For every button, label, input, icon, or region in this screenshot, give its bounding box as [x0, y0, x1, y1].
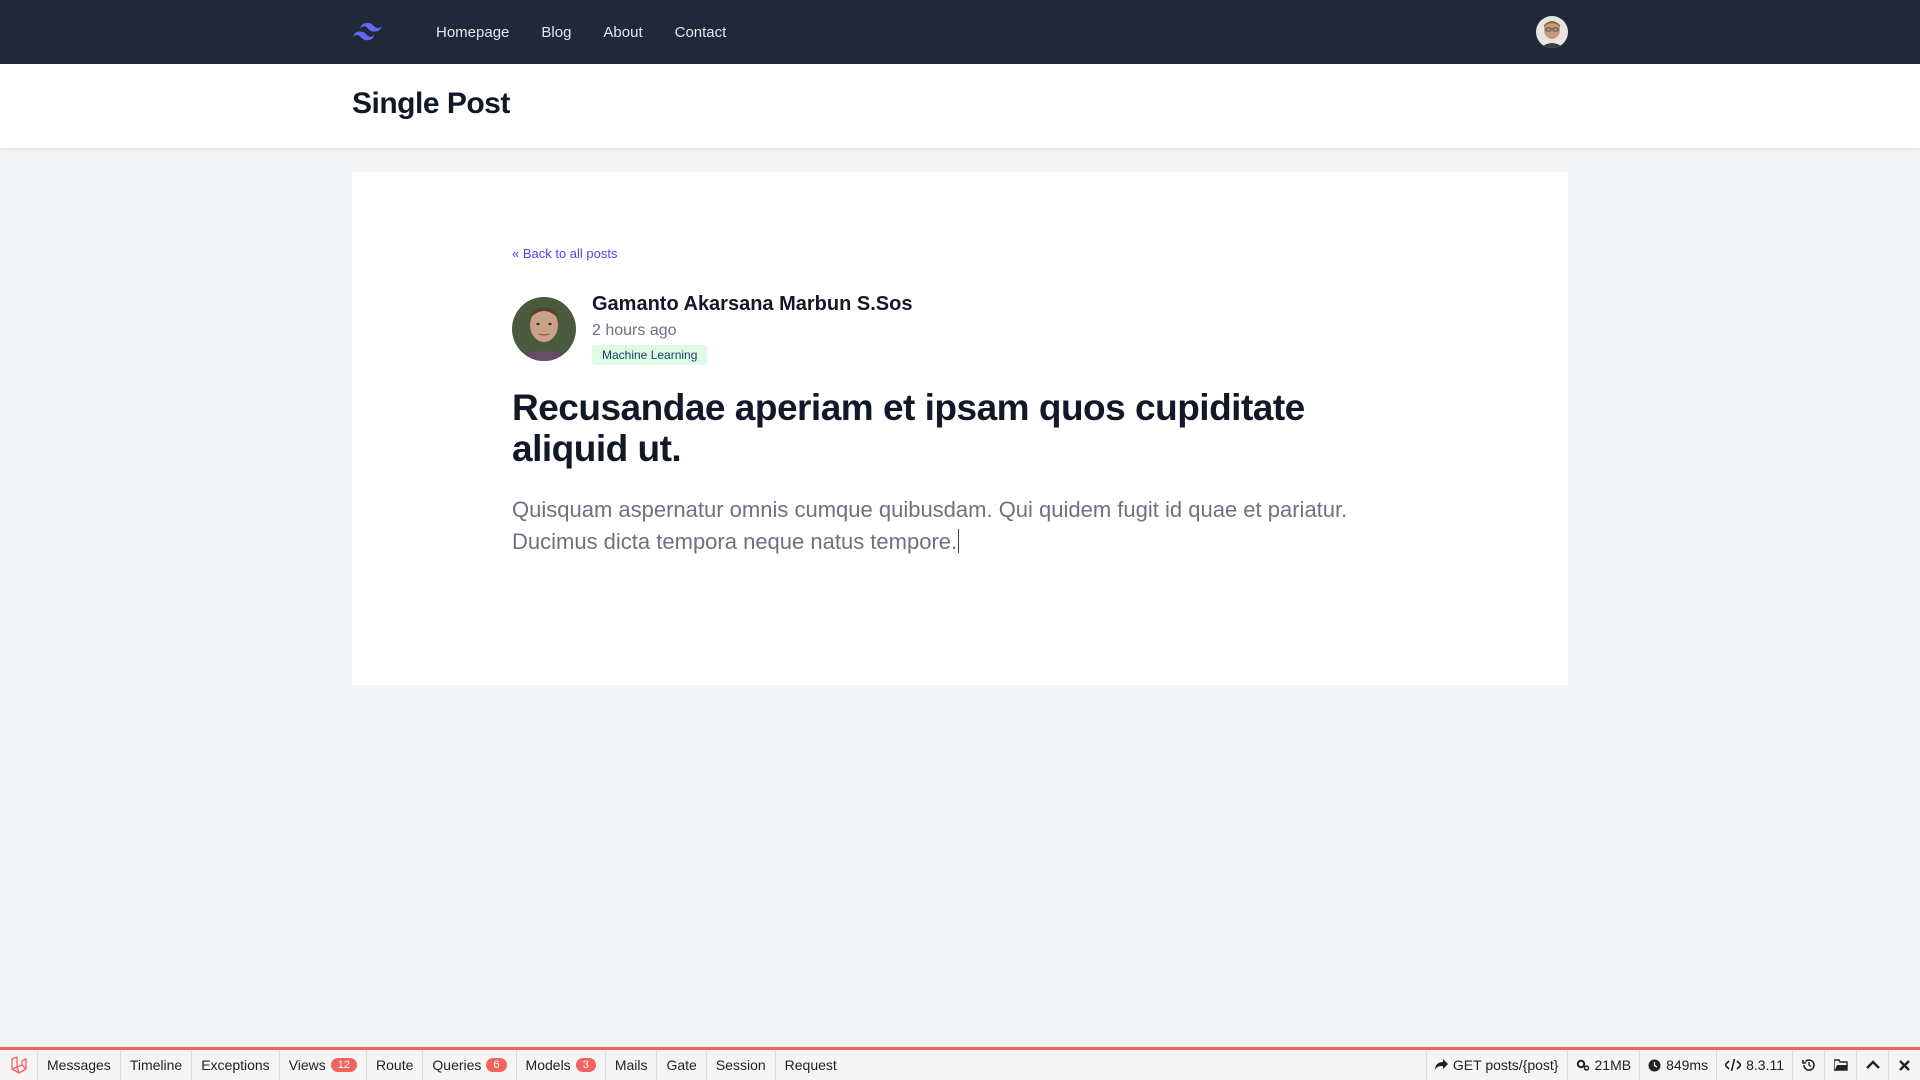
memory-text: 21MB [1594, 1057, 1632, 1073]
nav-link-about[interactable]: About [591, 16, 654, 49]
tab-label: Session [715, 1057, 766, 1073]
tab-label: Route [376, 1057, 414, 1073]
nav-links: Homepage Blog About Contact [424, 16, 738, 49]
count-badge: 6 [486, 1058, 507, 1072]
version-text: 8.3.11 [1746, 1057, 1784, 1073]
tab-label: Exceptions [201, 1057, 270, 1073]
code-icon [1725, 1059, 1742, 1071]
debug-tab-exceptions[interactable]: Exceptions [192, 1050, 280, 1080]
user-avatar[interactable] [1536, 16, 1568, 48]
category-tag[interactable]: Machine Learning [592, 345, 708, 365]
tab-label: Mails [614, 1057, 648, 1073]
tab-label: Request [784, 1057, 837, 1073]
tab-label: Queries [432, 1057, 482, 1073]
tailwind-logo-icon[interactable] [352, 16, 384, 48]
debug-tab-mails[interactable]: Mails [606, 1050, 658, 1080]
page-header: Single Post [0, 64, 1920, 149]
post-card: « Back to all posts Gamanto Akarsana Mar… [352, 172, 1568, 685]
tab-label: Views [288, 1057, 326, 1073]
chevron-up-icon[interactable] [1856, 1050, 1888, 1080]
post-title: Recusandae aperiam et ipsam quos cupidit… [512, 387, 1305, 469]
debug-tab-views[interactable]: Views 12 [280, 1050, 368, 1080]
debug-tab-timeline[interactable]: Timeline [121, 1050, 193, 1080]
folder-icon[interactable] [1824, 1050, 1856, 1080]
route-indicator[interactable]: GET posts/{post} [1425, 1050, 1567, 1080]
post-body: Quisquam aspernatur omnis cumque quibusd… [512, 494, 1412, 558]
post-body-text: Quisquam aspernatur omnis cumque quibusd… [512, 497, 1348, 554]
route-text: GET posts/{post} [1452, 1057, 1559, 1073]
debug-tab-session[interactable]: Session [707, 1050, 776, 1080]
count-badge: 12 [330, 1058, 358, 1072]
time-text: 849ms [1666, 1057, 1709, 1073]
version-indicator: 8.3.11 [1716, 1050, 1792, 1080]
debug-tab-route[interactable]: Route [367, 1050, 424, 1080]
count-badge: 3 [575, 1058, 596, 1072]
debug-bar-status: GET posts/{post} 21MB 849ms 8.3.11 [1425, 1050, 1920, 1080]
nav-link-blog[interactable]: Blog [529, 16, 583, 49]
share-icon [1434, 1059, 1448, 1070]
history-icon[interactable] [1792, 1050, 1824, 1080]
nav-link-homepage[interactable]: Homepage [424, 16, 521, 49]
laravel-icon[interactable] [0, 1050, 38, 1080]
text-cursor [958, 529, 960, 553]
debug-bar: Messages Timeline Exceptions Views 12 Rou… [0, 1047, 1920, 1080]
debug-tab-request[interactable]: Request [776, 1050, 846, 1080]
tab-label: Gate [666, 1057, 697, 1073]
nav-link-contact[interactable]: Contact [663, 16, 739, 49]
debug-tab-models[interactable]: Models 3 [517, 1050, 606, 1080]
nav-container: Homepage Blog About Contact [352, 0, 1568, 64]
debug-tab-messages[interactable]: Messages [38, 1050, 121, 1080]
debug-tab-gate[interactable]: Gate [657, 1050, 707, 1080]
page-title: Single Post [352, 87, 510, 120]
close-icon[interactable] [1888, 1050, 1920, 1080]
top-navigation: Homepage Blog About Contact [0, 0, 1920, 64]
debug-tab-queries[interactable]: Queries 6 [423, 1050, 517, 1080]
author-name: Gamanto Akarsana Marbun S.Sos [592, 293, 913, 315]
memory-indicator: 21MB [1566, 1050, 1640, 1080]
post-timestamp: 2 hours ago [592, 322, 677, 339]
back-to-posts-link[interactable]: « Back to all posts [512, 246, 618, 261]
cogs-icon [1576, 1059, 1589, 1071]
tab-label: Messages [47, 1057, 111, 1073]
tab-label: Timeline [129, 1057, 183, 1073]
tab-label: Models [525, 1057, 571, 1073]
clock-icon [1648, 1059, 1661, 1071]
author-avatar [512, 297, 576, 361]
time-indicator: 849ms [1639, 1050, 1716, 1080]
